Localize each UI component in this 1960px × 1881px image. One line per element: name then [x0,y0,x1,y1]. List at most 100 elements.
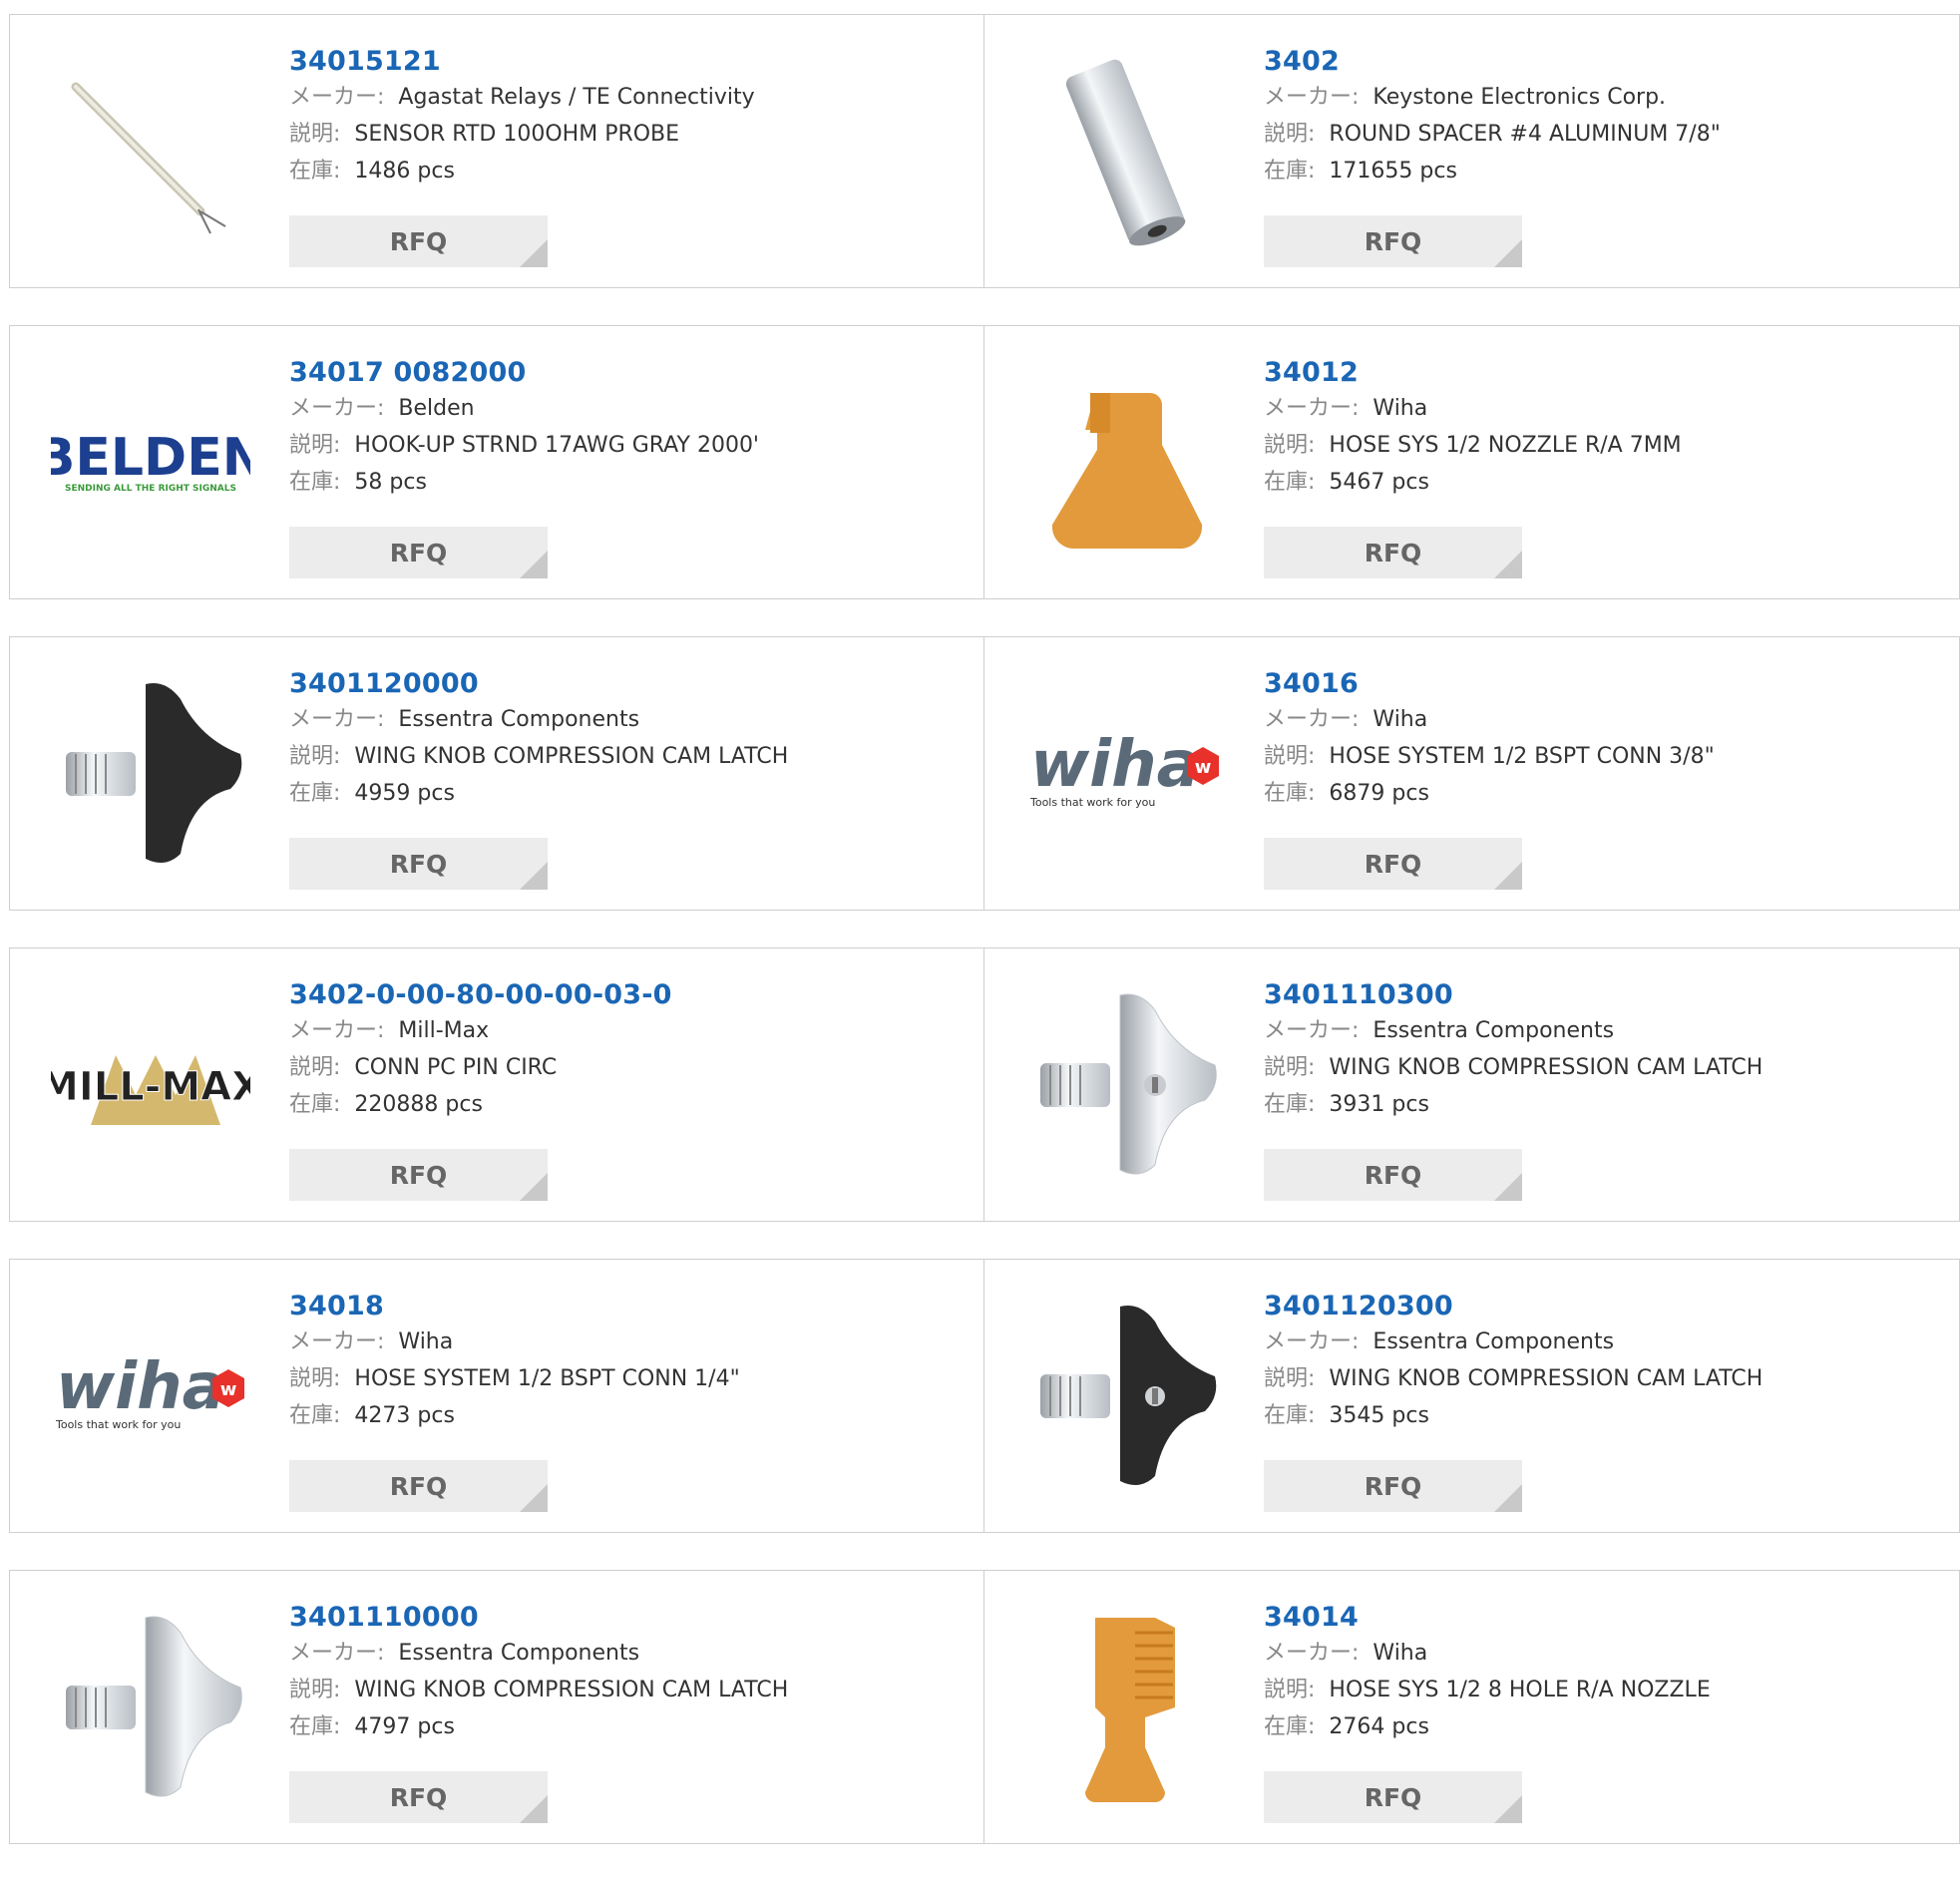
rfq-button[interactable]: RFQ [1264,1149,1522,1201]
rfq-label: RFQ [389,1160,448,1190]
corner-triangle-icon [520,1173,548,1201]
product-row: wiha w Tools that work for you 34018 メーカ… [9,1259,1960,1533]
part-number-link[interactable]: 34014 [1264,1601,1711,1635]
rfq-button[interactable]: RFQ [1264,1460,1522,1512]
rfq-label: RFQ [1364,1471,1422,1501]
part-number-link[interactable]: 3402 [1264,45,1721,79]
wiha-logo-icon[interactable]: wiha w Tools that work for you [1025,674,1225,874]
part-number-link[interactable]: 3401110300 [1264,978,1763,1012]
product-info: 3401120000 メーカー: Essentra Components 説明:… [289,667,788,812]
manufacturer-label: メーカー: [289,396,385,421]
description-value: SENSOR RTD 100OHM PROBE [354,122,680,147]
stock-line: 在庫: 3545 pcs [1264,1397,1763,1434]
wiha-logo-icon[interactable]: wiha w Tools that work for you [51,1297,250,1496]
corner-triangle-icon [1494,1173,1522,1201]
description-label: 説明: [1264,1055,1316,1080]
manufacturer-value: Keystone Electronics Corp. [1372,85,1667,110]
stock-value: 58 pcs [354,470,427,495]
stock-value: 171655 pcs [1329,159,1457,184]
belden-logo-icon[interactable]: BELDEN SENDING ALL THE RIGHT SIGNALS [51,363,250,563]
manufacturer-line: メーカー: Wiha [1264,390,1682,427]
manufacturer-value: Wiha [1372,707,1428,732]
manufacturer-value: Wiha [398,1329,454,1354]
svg-text:w: w [220,1379,237,1400]
description-line: 説明: HOSE SYS 1/2 NOZZLE R/A 7MM [1264,427,1682,464]
part-number-link[interactable]: 3401120300 [1264,1290,1763,1323]
chrome-latch-key-image[interactable] [1025,985,1225,1185]
description-line: 説明: WING KNOB COMPRESSION CAM LATCH [1264,1360,1763,1397]
rfq-button[interactable]: RFQ [289,1460,548,1512]
description-label: 説明: [289,433,341,458]
manufacturer-value: Agastat Relays / TE Connectivity [398,85,755,110]
part-number-link[interactable]: 34015121 [289,45,755,79]
orange-nozzle-8hole-image[interactable] [1025,1608,1225,1807]
rfq-button[interactable]: RFQ [289,215,548,267]
black-latch-image[interactable] [51,674,250,874]
rfq-button[interactable]: RFQ [1264,527,1522,578]
product-row: BELDEN SENDING ALL THE RIGHT SIGNALS 340… [9,325,1960,599]
product-info: 3401120300 メーカー: Essentra Components 説明:… [1264,1290,1763,1434]
description-value: WING KNOB COMPRESSION CAM LATCH [354,744,789,769]
rfq-button[interactable]: RFQ [289,1771,548,1823]
product-info: 3401110300 メーカー: Essentra Components 説明:… [1264,978,1763,1123]
part-number-link[interactable]: 3401120000 [289,667,788,701]
stock-label: 在庫: [289,1403,341,1428]
corner-triangle-icon [1494,1484,1522,1512]
manufacturer-value: Belden [398,396,475,421]
part-number-link[interactable]: 34018 [289,1290,740,1323]
rfq-button[interactable]: RFQ [289,1149,548,1201]
probe-image[interactable] [51,52,250,251]
rfq-button[interactable]: RFQ [1264,838,1522,890]
part-number-link[interactable]: 34012 [1264,356,1682,390]
stock-line: 在庫: 220888 pcs [289,1086,672,1123]
stock-value: 1486 pcs [354,159,455,184]
rfq-button[interactable]: RFQ [1264,1771,1522,1823]
part-number-link[interactable]: 3402-0-00-80-00-00-03-0 [289,978,672,1012]
product-info: 3401110000 メーカー: Essentra Components 説明:… [289,1601,788,1745]
description-value: CONN PC PIN CIRC [354,1055,558,1080]
product-row: 3401110000 メーカー: Essentra Components 説明:… [9,1570,1960,1844]
manufacturer-line: メーカー: Wiha [289,1323,740,1360]
stock-value: 2764 pcs [1329,1714,1429,1739]
description-label: 説明: [1264,433,1316,458]
svg-text:SENDING ALL THE RIGHT SIGNALS: SENDING ALL THE RIGHT SIGNALS [65,484,236,494]
chrome-latch-image[interactable] [51,1608,250,1807]
corner-triangle-icon [520,862,548,890]
description-value: HOSE SYS 1/2 NOZZLE R/A 7MM [1329,433,1682,458]
millmax-logo-icon[interactable]: MILL-MAX [51,985,250,1185]
stock-label: 在庫: [289,159,341,184]
spacer-image[interactable] [1025,52,1225,251]
rfq-button[interactable]: RFQ [289,838,548,890]
description-value: ROUND SPACER #4 ALUMINUM 7/8" [1329,122,1721,147]
product-info: 3402-0-00-80-00-00-03-0 メーカー: Mill-Max 説… [289,978,672,1123]
manufacturer-value: Essentra Components [1372,1329,1615,1354]
stock-value: 4797 pcs [354,1714,455,1739]
product-card: 3401110000 メーカー: Essentra Components 説明:… [9,1570,984,1844]
rfq-label: RFQ [1364,849,1422,879]
stock-line: 在庫: 5467 pcs [1264,464,1682,501]
product-row: 34015121 メーカー: Agastat Relays / TE Conne… [9,14,1960,288]
manufacturer-value: Mill-Max [398,1018,490,1043]
stock-line: 在庫: 4959 pcs [289,775,788,812]
part-number-link[interactable]: 3401110000 [289,1601,788,1635]
svg-text:Tools that work for you: Tools that work for you [1029,796,1155,809]
stock-line: 在庫: 2764 pcs [1264,1708,1711,1745]
product-row: MILL-MAX 3402-0-00-80-00-00-03-0 メーカー: M… [9,947,1960,1222]
manufacturer-line: メーカー: Keystone Electronics Corp. [1264,79,1721,116]
part-number-link[interactable]: 34017 0082000 [289,356,759,390]
part-number-link[interactable]: 34016 [1264,667,1715,701]
orange-nozzle-image[interactable] [1025,363,1225,563]
rfq-button[interactable]: RFQ [289,527,548,578]
product-card: 34014 メーカー: Wiha 説明: HOSE SYS 1/2 8 HOLE… [984,1570,1960,1844]
manufacturer-label: メーカー: [289,1329,385,1354]
svg-text:MILL-MAX: MILL-MAX [51,1064,250,1110]
product-card: MILL-MAX 3402-0-00-80-00-00-03-0 メーカー: M… [9,947,984,1222]
product-card: 34012 メーカー: Wiha 説明: HOSE SYS 1/2 NOZZLE… [984,325,1960,599]
stock-line: 在庫: 1486 pcs [289,153,755,189]
manufacturer-line: メーカー: Wiha [1264,1635,1711,1672]
rfq-button[interactable]: RFQ [1264,215,1522,267]
product-info: 34018 メーカー: Wiha 説明: HOSE SYSTEM 1/2 BSP… [289,1290,740,1434]
product-info: 34017 0082000 メーカー: Belden 説明: HOOK-UP S… [289,356,759,501]
corner-triangle-icon [520,1795,548,1823]
black-latch-key-image[interactable] [1025,1297,1225,1496]
